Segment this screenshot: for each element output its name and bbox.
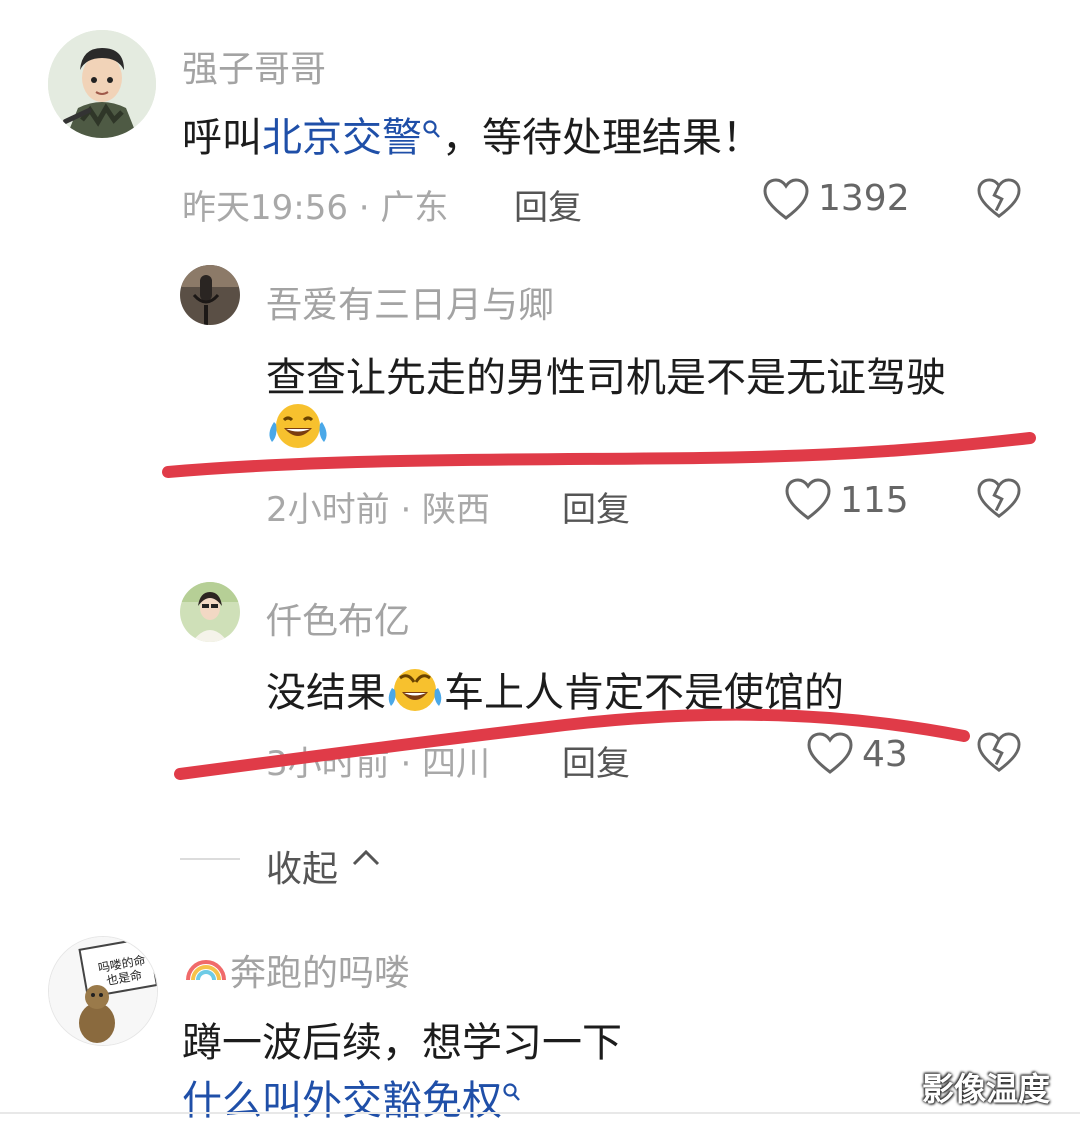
avatar-portrait-image [180,582,240,642]
comment-text: 没结果 车上人肯定不是使馆的 [266,660,844,724]
username[interactable]: 吾爱有三日月与卿 [266,276,554,328]
comment-meta: 昨天19:56 · 广东 [182,188,449,228]
heart-icon[interactable] [762,178,810,222]
comment-meta: 2小时前 · 陕西 [266,490,491,530]
username[interactable]: 仟色布亿 [266,592,410,644]
comment-meta: 3小时前 · 四川 [266,744,491,784]
like-count: 1392 [818,178,910,219]
laugh-cry-emoji [386,666,444,724]
avatar-microphone-image [180,265,240,325]
comment-text: 蹲一波后续，想学习一下 [182,1020,622,1066]
heart-icon[interactable] [784,478,832,522]
search-link-text[interactable]: 北京交警 [262,115,422,161]
bottom-divider [0,1112,1080,1114]
search-link[interactable]: 北京交警 [262,115,442,161]
avatar[interactable]: 吗喽的命 也是命 [48,936,158,1046]
broken-heart-icon[interactable] [976,178,1022,220]
comment-text-prefix: 没结果 [266,670,386,716]
comment-text: 查查让先走的男性司机是不是无证驾驶 [266,355,946,401]
heart-icon[interactable] [806,732,854,776]
reply-button[interactable]: 回复 [562,482,630,531]
chevron-up-icon[interactable] [350,846,382,870]
avatar[interactable] [180,265,240,325]
watermark: 影像温度 [922,1070,1051,1108]
avatar[interactable] [180,582,240,642]
like-count: 115 [840,480,909,521]
avatar[interactable] [48,30,156,138]
comment-text: 呼叫北京交警 ，等待处理结果！ [182,105,762,163]
comment-text-suffix: 车上人肯定不是使馆的 [444,670,844,716]
username[interactable]: 奔跑的吗喽 [230,944,410,996]
rainbow-emoji [184,944,228,988]
reply-button[interactable]: 回复 [562,736,630,785]
comment-text-prefix: 呼叫 [182,115,262,161]
broken-heart-icon[interactable] [976,732,1022,774]
search-icon[interactable] [422,105,442,151]
avatar-soldier-image [48,30,156,138]
annotation-marks [162,432,1036,780]
search-link-text[interactable]: 什么叫外交豁免权 [182,1078,502,1124]
comment-text-suffix: ，等待处理结果！ [442,115,762,161]
search-icon[interactable] [502,1068,522,1114]
reply-button[interactable]: 回复 [514,180,582,229]
search-link[interactable]: 什么叫外交豁免权 [182,1068,522,1126]
collapse-divider [180,858,240,860]
laugh-cry-emoji [264,400,332,454]
like-count: 43 [862,734,908,775]
collapse-button[interactable]: 收起 [266,840,338,892]
broken-heart-icon[interactable] [976,478,1022,520]
username[interactable]: 强子哥哥 [182,40,326,92]
